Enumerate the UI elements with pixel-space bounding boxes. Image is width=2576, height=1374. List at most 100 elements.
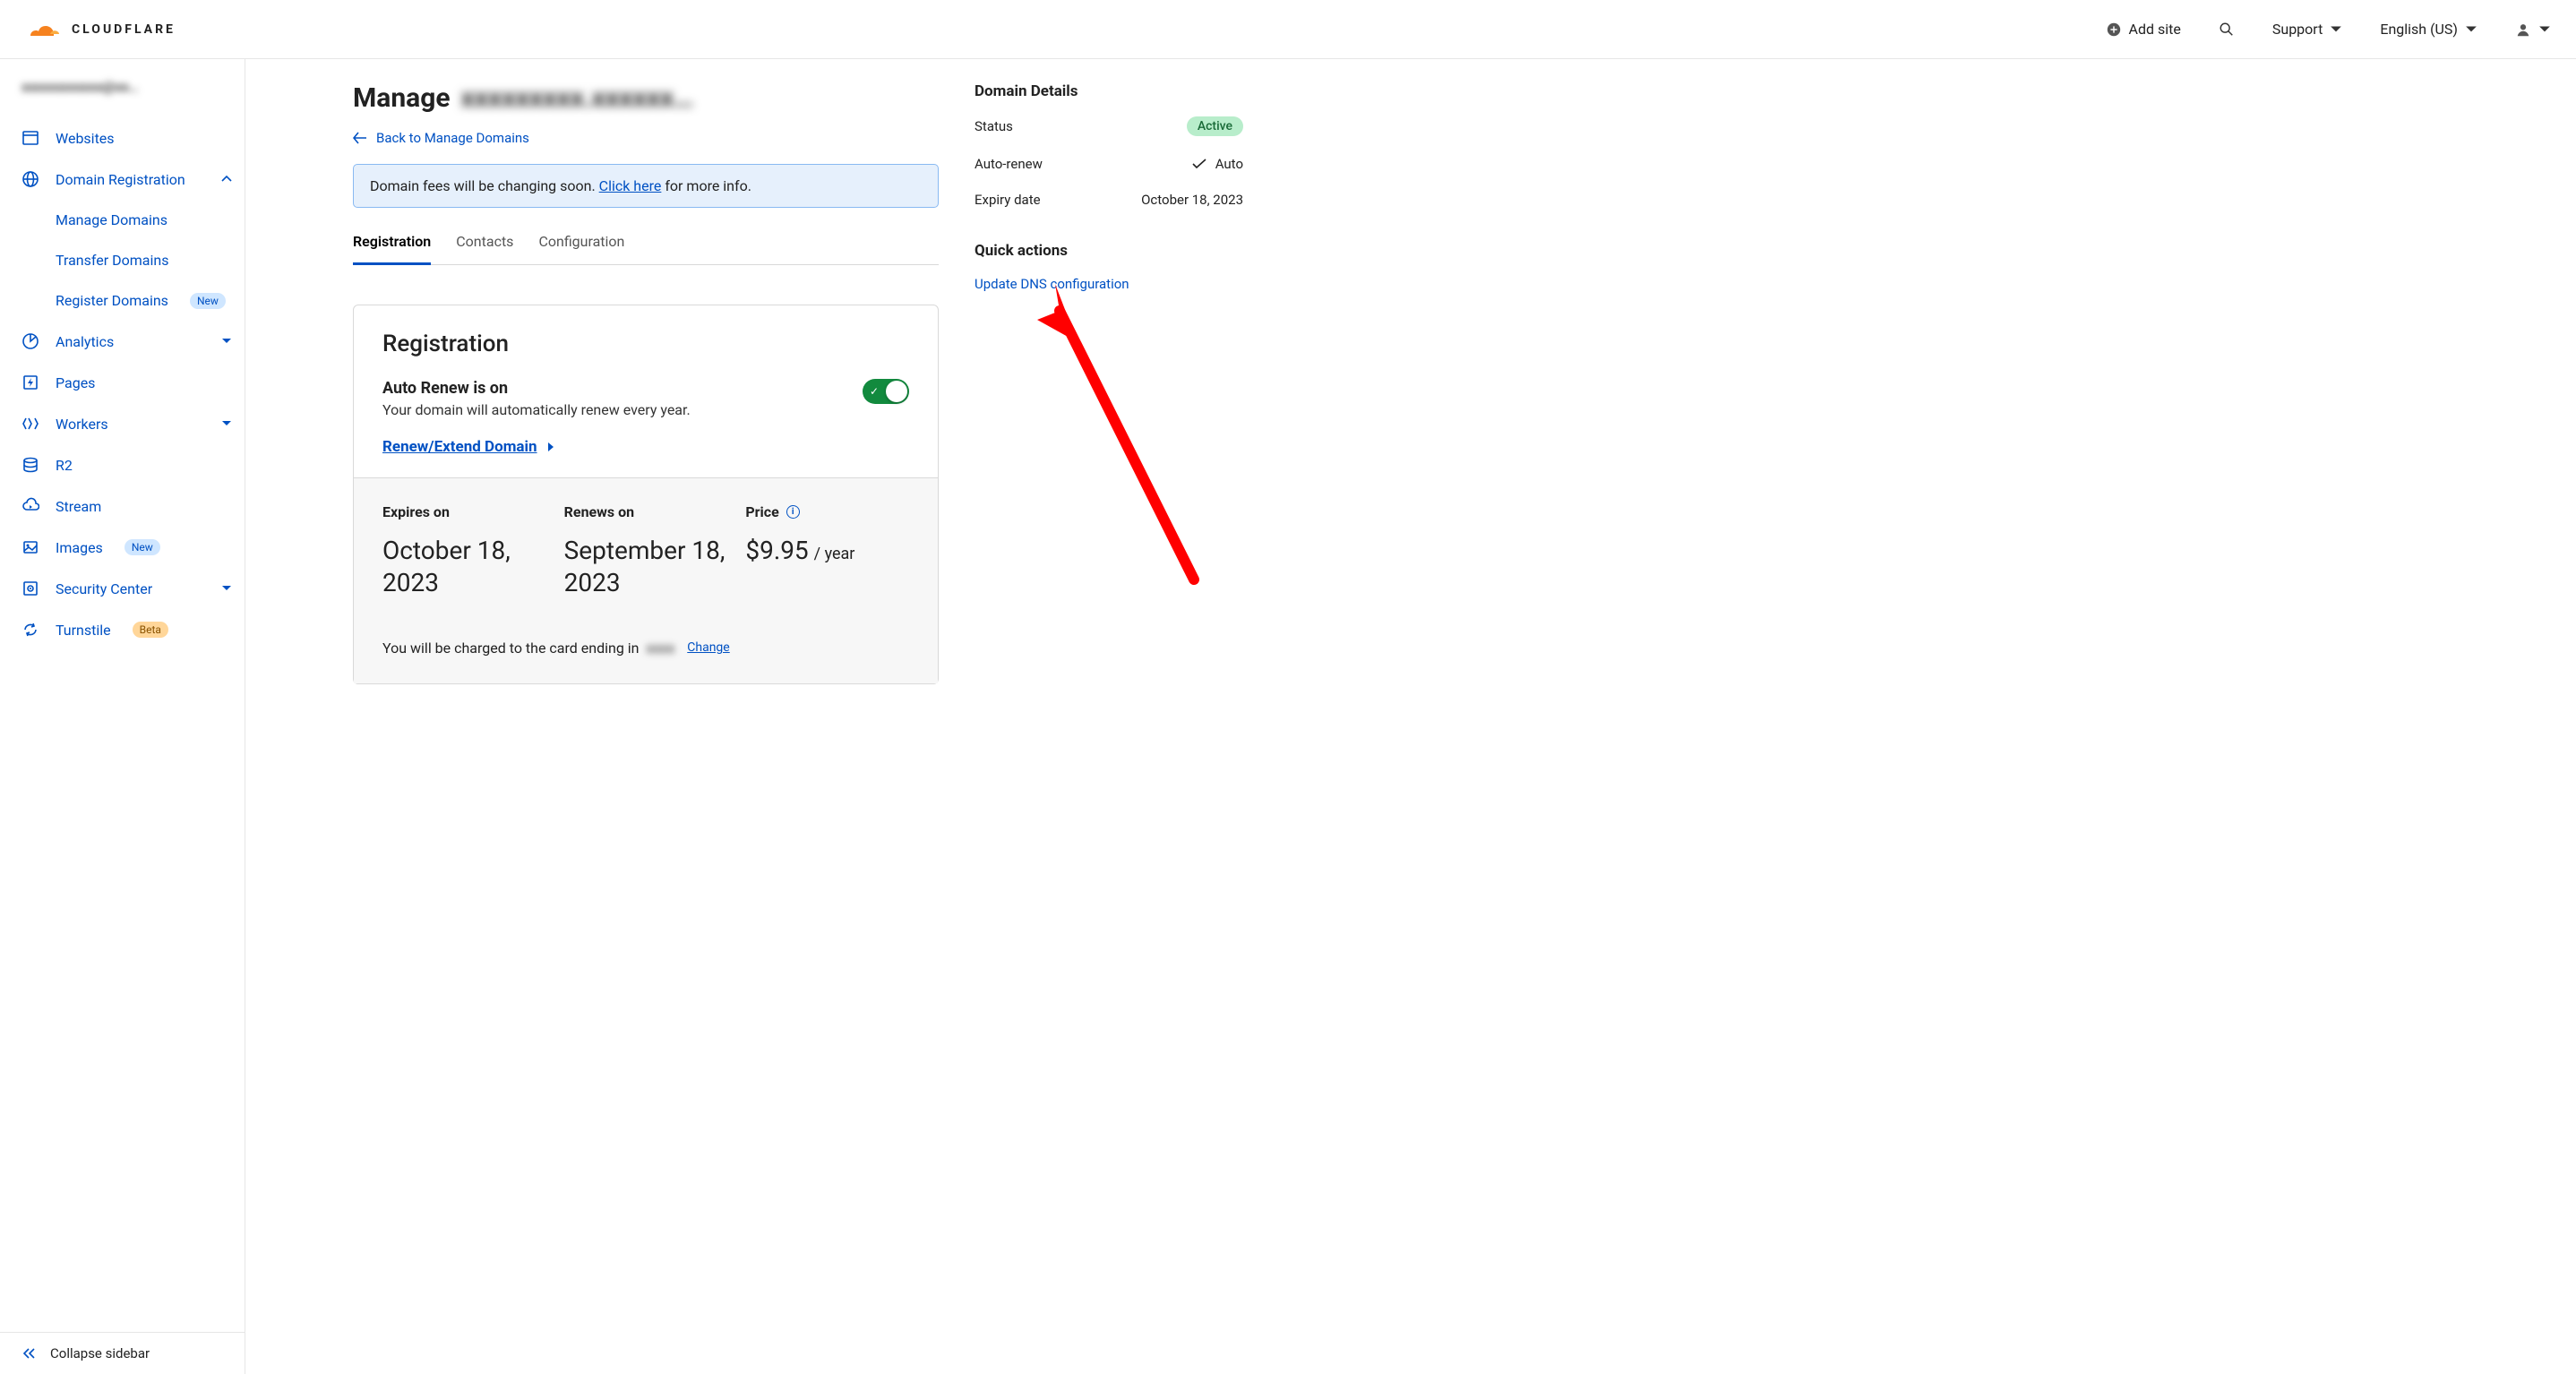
- status-badge: Active: [1187, 116, 1243, 136]
- add-site-button[interactable]: Add site: [2106, 21, 2181, 38]
- checkmark-icon: [1192, 159, 1206, 169]
- globe-icon: [21, 170, 39, 188]
- chevron-right-icon: [546, 442, 555, 452]
- price-label: Price i: [745, 503, 909, 520]
- chevron-down-icon: [221, 416, 232, 433]
- sidebar-item-label: Websites: [56, 130, 115, 147]
- sidebar-nav: Websites Domain Registration Manage Doma…: [0, 112, 245, 1332]
- collapse-icon: [221, 171, 232, 188]
- language-label: English (US): [2380, 21, 2458, 38]
- user-icon: [2515, 21, 2531, 38]
- support-menu[interactable]: Support: [2272, 21, 2342, 38]
- chevron-down-icon: [2330, 23, 2342, 36]
- new-badge: New: [190, 293, 226, 309]
- card-heading: Registration: [382, 331, 909, 357]
- chevron-down-icon: [221, 580, 232, 597]
- auto-renew-subtitle: Your domain will automatically renew eve…: [382, 401, 691, 418]
- chevron-down-icon: [2465, 23, 2477, 36]
- price-column: Price i $9.95/ year: [745, 503, 909, 600]
- topbar-right: Add site Support English (US): [2106, 21, 2551, 38]
- autorenew-row: Auto-renew Auto: [975, 156, 1243, 172]
- language-menu[interactable]: English (US): [2380, 21, 2477, 38]
- expiry-value: October 18, 2023: [1141, 192, 1243, 208]
- sidebar-item-transfer-domains[interactable]: Transfer Domains: [0, 240, 245, 280]
- browser-icon: [21, 129, 39, 147]
- card-last4-masked: xxxx: [647, 640, 675, 657]
- domain-details-heading: Domain Details: [975, 82, 1243, 100]
- shell: xxxxxxxxxxxx@xx… Websites Domain Registr…: [0, 59, 2576, 1374]
- plus-circle-icon: [2106, 21, 2122, 38]
- sidebar-item-label: Images: [56, 539, 103, 556]
- sidebar-item-label: Pages: [56, 374, 95, 391]
- registration-card: Registration Auto Renew is on Your domai…: [353, 305, 939, 684]
- topbar: CLOUDFLARE Add site Support English (US): [0, 0, 2576, 59]
- sidebar-item-label: Analytics: [56, 333, 114, 350]
- sidebar-item-pages[interactable]: Pages: [0, 362, 245, 403]
- notice-text-post: for more info.: [661, 177, 751, 194]
- sidebar-item-websites[interactable]: Websites: [0, 117, 245, 159]
- info-icon[interactable]: i: [786, 505, 800, 519]
- collapse-sidebar-button[interactable]: Collapse sidebar: [0, 1332, 245, 1374]
- cloud-play-icon: [21, 497, 39, 515]
- sidebar: xxxxxxxxxxxx@xx… Websites Domain Registr…: [0, 59, 245, 1374]
- auto-renew-row: Auto Renew is on Your domain will automa…: [382, 379, 909, 418]
- tab-contacts[interactable]: Contacts: [456, 233, 513, 264]
- notice-text-pre: Domain fees will be changing soon.: [370, 177, 599, 194]
- update-dns-link[interactable]: Update DNS configuration: [975, 276, 1243, 292]
- sidebar-item-label: R2: [56, 457, 73, 474]
- auto-renew-title: Auto Renew is on: [382, 379, 691, 398]
- auto-renew-toggle[interactable]: ✓: [863, 379, 909, 404]
- tabs: Registration Contacts Configuration: [353, 233, 939, 265]
- sidebar-item-label: Register Domains: [56, 292, 168, 309]
- sidebar-item-label: Workers: [56, 416, 108, 433]
- sidebar-account-selector[interactable]: xxxxxxxxxxxx@xx…: [0, 59, 245, 112]
- charge-description: You will be charged to the card ending i…: [382, 640, 909, 657]
- refresh-icon: [21, 621, 39, 639]
- arrow-left-icon: [353, 132, 367, 144]
- notice-link[interactable]: Click here: [599, 177, 662, 194]
- back-label: Back to Manage Domains: [376, 130, 529, 146]
- beta-badge: Beta: [133, 622, 168, 638]
- charge-text-pre: You will be charged to the card ending i…: [382, 640, 640, 657]
- status-row: Status Active: [975, 116, 1243, 136]
- chevron-double-left-icon: [21, 1346, 36, 1361]
- search-button[interactable]: [2219, 21, 2235, 38]
- sidebar-item-security-center[interactable]: Security Center: [0, 568, 245, 609]
- sidebar-item-domain-registration[interactable]: Domain Registration: [0, 159, 245, 200]
- database-icon: [21, 456, 39, 474]
- shield-target-icon: [21, 580, 39, 597]
- price-value: $9.95/ year: [745, 535, 909, 567]
- sidebar-item-register-domains[interactable]: Register Domains New: [0, 280, 245, 321]
- sidebar-item-r2[interactable]: R2: [0, 444, 245, 485]
- sidebar-item-turnstile[interactable]: Turnstile Beta: [0, 609, 245, 650]
- tab-registration[interactable]: Registration: [353, 233, 431, 265]
- price-per: / year: [814, 545, 855, 563]
- expires-column: Expires on October 18, 2023: [382, 503, 546, 600]
- quick-actions-heading: Quick actions: [975, 242, 1243, 260]
- domain-name-masked: xxxxxxxxx.xxxxxx…: [461, 82, 694, 114]
- toggle-knob: [886, 381, 907, 402]
- chevron-down-icon: [221, 333, 232, 350]
- tab-configuration[interactable]: Configuration: [538, 233, 624, 264]
- pricing-notice: Domain fees will be changing soon. Click…: [353, 164, 939, 208]
- sidebar-item-analytics[interactable]: Analytics: [0, 321, 245, 362]
- autorenew-label: Auto-renew: [975, 156, 1043, 172]
- sidebar-item-stream[interactable]: Stream: [0, 485, 245, 527]
- image-icon: [21, 538, 39, 556]
- renews-column: Renews on September 18, 2023: [564, 503, 728, 600]
- sidebar-item-workers[interactable]: Workers: [0, 403, 245, 444]
- sidebar-item-label: Manage Domains: [56, 211, 167, 228]
- cloudflare-cloud-icon: [18, 18, 64, 41]
- sidebar-item-images[interactable]: Images New: [0, 527, 245, 568]
- sidebar-item-manage-domains[interactable]: Manage Domains: [0, 200, 245, 240]
- change-card-link[interactable]: Change: [687, 640, 729, 655]
- brand-text: CLOUDFLARE: [72, 22, 176, 37]
- expires-label: Expires on: [382, 503, 546, 520]
- card-body: Expires on October 18, 2023 Renews on Se…: [354, 477, 938, 683]
- brand-logo[interactable]: CLOUDFLARE: [18, 18, 176, 41]
- search-icon: [2219, 21, 2235, 38]
- back-to-manage-domains-link[interactable]: Back to Manage Domains: [353, 130, 529, 146]
- renew-extend-link[interactable]: Renew/Extend Domain: [382, 438, 555, 456]
- status-label: Status: [975, 118, 1013, 134]
- account-menu[interactable]: [2515, 21, 2551, 38]
